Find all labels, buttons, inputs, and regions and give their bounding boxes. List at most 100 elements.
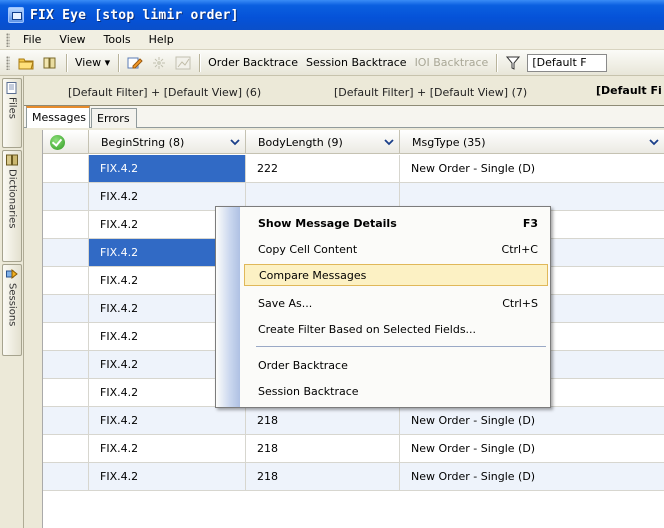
chart-icon — [174, 54, 192, 72]
doc-tab-6[interactable]: [Default Filter] + [Default View] (6) — [48, 81, 298, 106]
toolbar-separator — [118, 53, 120, 72]
doc-tab-active[interactable]: [Default Fi — [576, 79, 664, 107]
header-label: MsgType (35) — [412, 135, 486, 149]
table-row[interactable]: FIX.4.2 222 New Order - Single (D) — [43, 155, 664, 183]
menu-item-shortcut: Ctrl+S — [502, 297, 538, 310]
menu-separator — [256, 346, 546, 347]
menu-item-shortcut: F3 — [522, 217, 538, 230]
row-status-cell[interactable] — [43, 351, 89, 378]
filter-icon[interactable] — [504, 54, 522, 72]
menu-tools[interactable]: Tools — [95, 31, 140, 48]
cell-bodylength[interactable]: 218 — [246, 435, 400, 462]
row-status-cell[interactable] — [43, 435, 89, 462]
row-status-cell[interactable] — [43, 407, 89, 434]
context-menu-gutter — [216, 207, 240, 407]
header-msgtype[interactable]: MsgType (35) — [400, 130, 664, 154]
filter-select[interactable]: [Default F — [527, 53, 608, 72]
dock-label-dictionaries: Dictionaries — [6, 169, 18, 229]
doc-tab-label: [Default Fi — [596, 84, 662, 97]
tab-messages[interactable]: Messages — [26, 106, 90, 128]
window-title: FIX Eye [stop limir order] — [30, 7, 239, 23]
header-label: BeginString (8) — [101, 135, 185, 149]
menu-item-label: Copy Cell Content — [258, 243, 358, 256]
toolbar-separator — [199, 53, 201, 72]
menu-bar: File View Tools Help — [0, 30, 664, 50]
dock-tab-sessions[interactable]: Sessions — [2, 264, 22, 356]
table-row[interactable]: FIX.4.2218New Order - Single (D) — [43, 463, 664, 491]
row-status-cell[interactable] — [43, 379, 89, 406]
dock-tab-dictionaries[interactable]: Dictionaries — [2, 150, 22, 262]
files-icon — [6, 82, 17, 94]
row-status-cell[interactable] — [43, 267, 89, 294]
menu-item-label: Create Filter Based on Selected Fields..… — [258, 323, 477, 336]
dictionaries-icon — [6, 154, 18, 166]
table-row[interactable]: FIX.4.2218New Order - Single (D) — [43, 407, 664, 435]
ioi-backtrace-button[interactable]: IOI Backtrace — [411, 53, 493, 72]
menu-item-label: Compare Messages — [259, 269, 367, 282]
menu-item-label: Order Backtrace — [258, 359, 348, 372]
dock-label-files: Files — [6, 97, 18, 119]
menu-save-as[interactable]: Save As... Ctrl+S — [244, 293, 548, 315]
row-status-cell[interactable] — [43, 183, 89, 210]
check-status-icon — [50, 134, 65, 150]
doc-tab-7[interactable]: [Default Filter] + [Default View] (7) — [314, 81, 564, 106]
row-status-cell[interactable] — [43, 211, 89, 238]
menu-view[interactable]: View — [50, 31, 94, 48]
header-status[interactable] — [43, 130, 89, 154]
edit-view-icon[interactable] — [126, 54, 144, 72]
toolbar-separator — [66, 53, 67, 72]
cell-beginstring[interactable]: FIX.4.2 — [89, 463, 246, 490]
doc-tab-label: [Default Filter] + [Default View] (7) — [334, 86, 528, 99]
header-label: BodyLength (9) — [258, 135, 343, 149]
title-bar: FIX Eye [stop limir order] — [0, 0, 664, 30]
view-dropdown-button[interactable]: View ▾ — [71, 53, 114, 72]
dictionary-icon[interactable] — [41, 54, 59, 72]
cell-beginstring[interactable]: FIX.4.2 — [89, 435, 246, 462]
toolbar-separator — [496, 53, 498, 72]
toolbar-grip-icon[interactable] — [6, 55, 10, 70]
menu-show-message-details[interactable]: Show Message Details F3 — [244, 213, 548, 235]
cell-msgtype[interactable]: New Order - Single (D) — [400, 155, 664, 182]
cell-beginstring[interactable]: FIX.4.2 — [89, 155, 246, 182]
chevron-down-icon[interactable] — [647, 135, 660, 148]
left-dock: Files Dictionaries Sessions — [0, 76, 24, 528]
menu-help[interactable]: Help — [140, 31, 183, 48]
chevron-down-icon[interactable] — [228, 135, 241, 148]
menu-compare-messages[interactable]: Compare Messages — [244, 264, 548, 286]
row-status-cell[interactable] — [43, 155, 89, 182]
row-status-cell[interactable] — [43, 323, 89, 350]
grid-header: BeginString (8) BodyLength (9) MsgType (… — [43, 130, 664, 154]
cell-msgtype[interactable]: New Order - Single (D) — [400, 435, 664, 462]
menu-file[interactable]: File — [14, 31, 50, 48]
toolbar: View ▾ Order Backtrace Session Backtrace… — [0, 50, 664, 76]
header-bodylength[interactable]: BodyLength (9) — [246, 130, 400, 154]
menu-grip-icon[interactable] — [6, 32, 10, 47]
inner-tabs: Messages Errors — [24, 106, 664, 128]
row-status-cell[interactable] — [43, 463, 89, 490]
menu-copy-cell-content[interactable]: Copy Cell Content Ctrl+C — [244, 239, 548, 261]
cell-msgtype[interactable]: New Order - Single (D) — [400, 463, 664, 490]
header-beginstring[interactable]: BeginString (8) — [89, 130, 246, 154]
tab-errors[interactable]: Errors — [91, 108, 137, 128]
open-folder-icon[interactable] — [17, 54, 35, 72]
row-status-cell[interactable] — [43, 295, 89, 322]
cell-beginstring[interactable]: FIX.4.2 — [89, 407, 246, 434]
chevron-down-icon[interactable] — [382, 135, 395, 148]
menu-item-label: Show Message Details — [258, 217, 397, 230]
app-icon — [8, 7, 24, 23]
menu-create-filter[interactable]: Create Filter Based on Selected Fields..… — [244, 319, 548, 341]
session-backtrace-button[interactable]: Session Backtrace — [302, 53, 411, 72]
table-row[interactable]: FIX.4.2218New Order - Single (D) — [43, 435, 664, 463]
menu-session-backtrace[interactable]: Session Backtrace — [244, 381, 548, 403]
sessions-icon — [6, 268, 18, 280]
cell-bodylength[interactable]: 218 — [246, 463, 400, 490]
menu-item-label: Save As... — [258, 297, 313, 310]
cell-bodylength[interactable]: 222 — [246, 155, 400, 182]
cell-msgtype[interactable]: New Order - Single (D) — [400, 407, 664, 434]
menu-order-backtrace[interactable]: Order Backtrace — [244, 355, 548, 377]
dock-tab-files[interactable]: Files — [2, 78, 22, 148]
row-status-cell[interactable] — [43, 239, 89, 266]
order-backtrace-button[interactable]: Order Backtrace — [204, 53, 302, 72]
cell-bodylength[interactable]: 218 — [246, 407, 400, 434]
document-tabs: [Default Filter] + [Default View] (6) [D… — [24, 76, 664, 106]
